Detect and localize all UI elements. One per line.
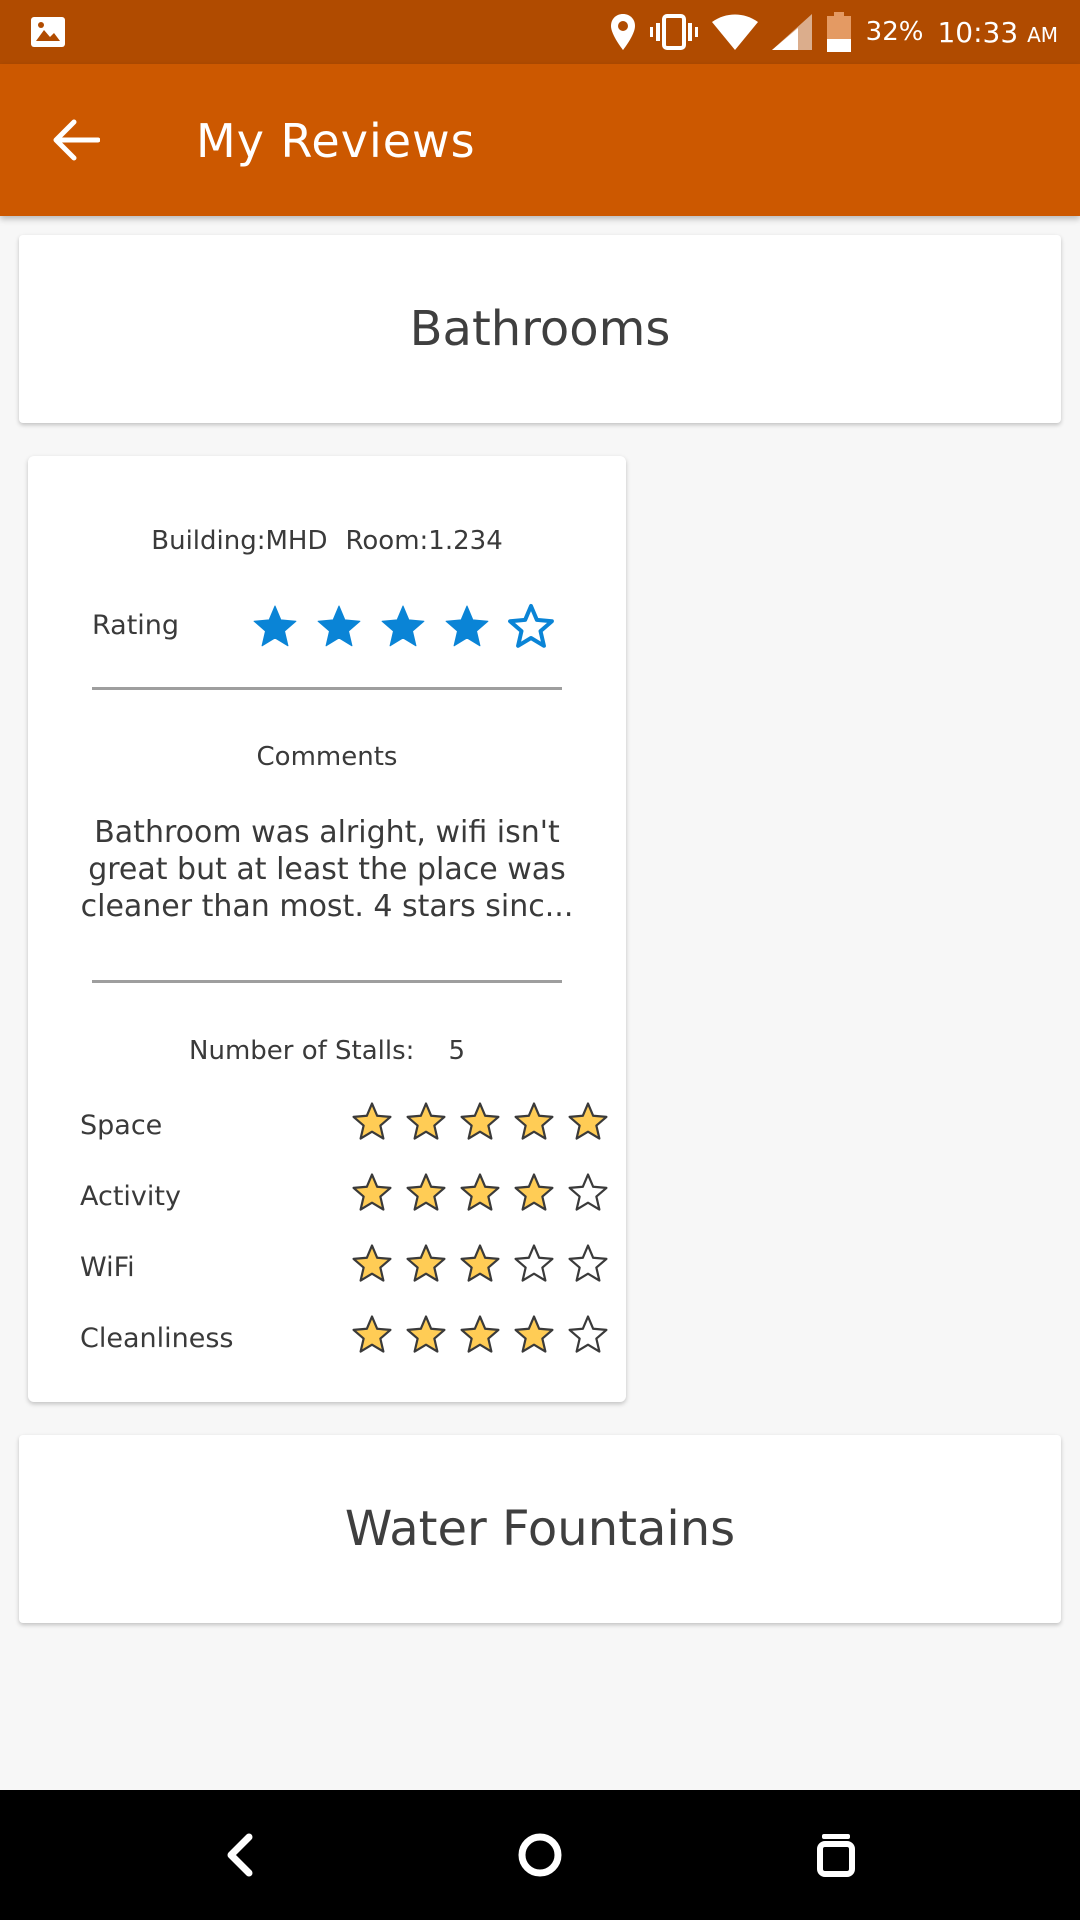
page-title: My Reviews [196,114,476,168]
divider [92,687,562,690]
star-filled-icon [352,1102,392,1140]
rating-label: Rating [92,610,180,641]
attribute-row-cleanliness: Cleanliness [80,1311,608,1367]
star-filled-icon [406,1315,446,1353]
star-filled-icon [460,1315,500,1353]
star-empty-icon [568,1244,608,1282]
star-empty-icon [568,1173,608,1211]
signal-icon [771,14,812,50]
location-pin-icon [610,14,635,50]
attribute-label: Cleanliness [80,1323,234,1354]
star-filled-icon [352,1315,392,1353]
star-filled-icon [568,1102,608,1140]
star-filled-icon [317,605,361,647]
star-filled-icon [460,1244,500,1282]
star-filled-icon [514,1102,554,1140]
star-filled-icon [445,605,489,647]
image-icon [31,17,65,47]
star-empty-icon [508,604,554,648]
attribute-row-activity: Activity [80,1169,608,1225]
clock: 10:33 AM [937,16,1058,49]
vibrate-icon [649,14,698,50]
attribute-label: Activity [80,1181,181,1212]
attribute-stars [350,1313,610,1357]
arrow-left-icon [53,119,100,161]
attribute-row-wifi: WiFi [80,1240,608,1296]
location-line: Building:MHD Room:1.234 [28,526,626,556]
status-icons: 32% 10:33 AM [610,0,1058,64]
rating-stars [250,602,556,652]
section-card-bathrooms[interactable]: Bathrooms [19,235,1061,423]
attribute-stars [350,1100,610,1144]
comments-label: Comments [256,742,398,772]
status-bar: 32% 10:33 AM [0,0,1080,64]
room-label: Room:1.234 [345,526,503,556]
star-filled-icon [406,1173,446,1211]
stalls-value: 5 [448,1036,465,1066]
star-filled-icon [406,1244,446,1282]
section-title: Water Fountains [344,1501,736,1557]
section-title: Bathrooms [409,301,671,357]
nav-recents-button[interactable] [806,1825,866,1885]
stalls-line: Number of Stalls: 5 [28,1036,626,1066]
star-empty-icon [568,1315,608,1353]
clock-time: 10:33 [937,15,1019,49]
star-filled-icon [460,1173,500,1211]
attribute-row-space: Space [80,1098,608,1154]
app-bar: My Reviews [0,64,1080,216]
star-filled-icon [460,1102,500,1140]
star-filled-icon [514,1173,554,1211]
navigation-bar [0,1790,1080,1920]
stalls-label: Number of Stalls: [189,1036,415,1066]
clock-ampm: AM [1027,22,1058,47]
star-filled-icon [253,605,297,647]
recents-nav-icon [817,1834,855,1877]
back-nav-icon [227,1833,253,1877]
review-card[interactable]: Building:MHD Room:1.234 Rating Comments B… [28,456,626,1402]
comments-text: Bathroom was alright, wifi isn't great b… [80,815,574,924]
star-filled-icon [352,1244,392,1282]
star-filled-icon [352,1173,392,1211]
building-label: Building:MHD [151,526,328,556]
nav-home-button[interactable] [510,1825,570,1885]
wifi-icon [711,14,758,50]
battery-icon [826,12,851,52]
section-card-water-fountains[interactable]: Water Fountains [19,1435,1061,1623]
star-filled-icon [514,1315,554,1353]
divider [92,980,562,983]
star-empty-icon [514,1244,554,1282]
attribute-stars [350,1242,610,1286]
star-filled-icon [381,605,425,647]
attribute-label: Space [80,1110,163,1141]
nav-back-button[interactable] [210,1825,270,1885]
battery-percent: 32% [865,17,924,47]
back-button[interactable] [46,110,106,170]
attribute-stars [350,1171,610,1215]
star-filled-icon [406,1102,446,1140]
home-nav-icon [518,1833,562,1877]
attribute-label: WiFi [80,1252,135,1283]
